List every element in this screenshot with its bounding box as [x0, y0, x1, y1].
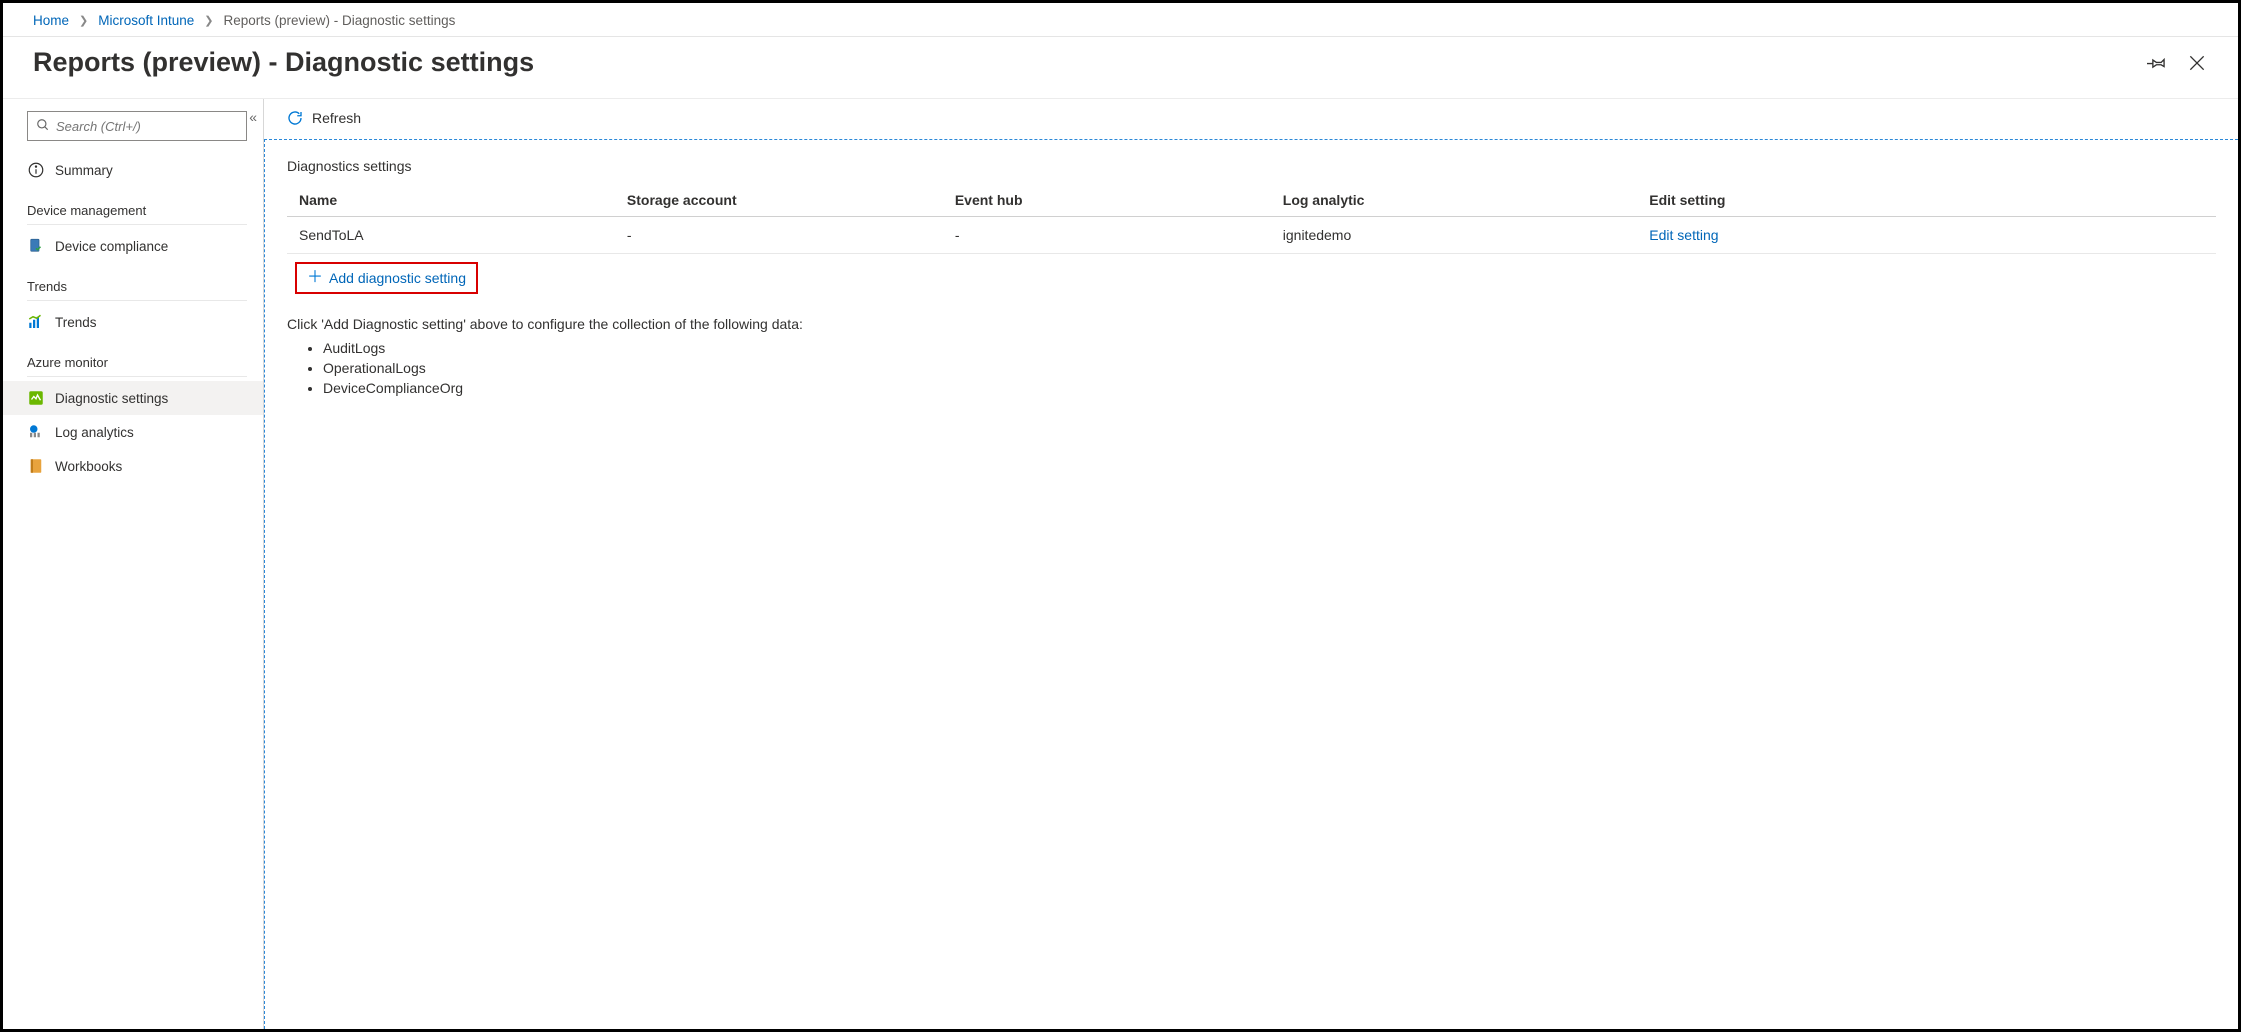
- close-icon[interactable]: [2186, 52, 2208, 74]
- sidebar-item-summary[interactable]: Summary: [3, 153, 263, 187]
- search-icon: [36, 118, 50, 135]
- plus-icon: ＋: [307, 270, 323, 286]
- sidebar-group-device: Device management: [27, 187, 247, 225]
- search-input-wrapper[interactable]: [27, 111, 247, 141]
- sidebar-item-workbooks[interactable]: Workbooks: [3, 449, 263, 483]
- diag-table: Name Storage account Event hub Log analy…: [287, 184, 2216, 254]
- breadcrumb: Home ❯ Microsoft Intune ❯ Reports (previ…: [3, 3, 2238, 37]
- log-analytics-icon: [27, 423, 45, 441]
- refresh-label: Refresh: [312, 110, 361, 126]
- add-diagnostic-setting-button[interactable]: ＋ Add diagnostic setting: [295, 262, 478, 294]
- sidebar-item-trends[interactable]: Trends: [3, 305, 263, 339]
- cell-name: SendToLA: [287, 217, 615, 254]
- diag-section-title: Diagnostics settings: [287, 158, 2216, 174]
- sidebar-item-label: Log analytics: [55, 425, 134, 440]
- chevron-right-icon: ❯: [79, 14, 88, 27]
- info-icon: [27, 161, 45, 179]
- col-eventhub: Event hub: [943, 184, 1271, 217]
- col-log: Log analytic: [1271, 184, 1638, 217]
- trends-icon: [27, 313, 45, 331]
- diagnostic-icon: [27, 389, 45, 407]
- info-item: DeviceComplianceOrg: [323, 378, 2216, 398]
- refresh-button[interactable]: Refresh: [286, 109, 361, 127]
- collapse-sidebar-icon[interactable]: «: [249, 109, 257, 125]
- sidebar-item-label: Workbooks: [55, 459, 122, 474]
- sidebar-group-trends: Trends: [27, 263, 247, 301]
- page-title: Reports (preview) - Diagnostic settings: [33, 47, 534, 78]
- info-item: AuditLogs: [323, 338, 2216, 358]
- sidebar-item-log-analytics[interactable]: Log analytics: [3, 415, 263, 449]
- add-diagnostic-label: Add diagnostic setting: [329, 270, 466, 286]
- pin-icon[interactable]: [2146, 52, 2168, 74]
- sidebar-item-label: Diagnostic settings: [55, 391, 168, 406]
- workbooks-icon: [27, 457, 45, 475]
- info-text: Click 'Add Diagnostic setting' above to …: [287, 316, 2216, 332]
- cell-log: ignitedemo: [1271, 217, 1638, 254]
- table-row: SendToLA - - ignitedemo Edit setting: [287, 217, 2216, 254]
- content-pane: Refresh Diagnostics settings Name Storag…: [263, 99, 2238, 1029]
- col-storage: Storage account: [615, 184, 943, 217]
- sidebar-item-device-compliance[interactable]: Device compliance: [3, 229, 263, 263]
- edit-setting-link[interactable]: Edit setting: [1649, 227, 1718, 243]
- cell-eventhub: -: [943, 217, 1271, 254]
- sidebar-group-monitor: Azure monitor: [27, 339, 247, 377]
- sidebar-item-label: Device compliance: [55, 239, 168, 254]
- cell-storage: -: [615, 217, 943, 254]
- page-header: Reports (preview) - Diagnostic settings: [3, 37, 2238, 99]
- col-edit: Edit setting: [1637, 184, 2216, 217]
- breadcrumb-home[interactable]: Home: [33, 13, 69, 28]
- col-name: Name: [287, 184, 615, 217]
- search-input[interactable]: [56, 119, 238, 134]
- chevron-right-icon: ❯: [204, 14, 213, 27]
- breadcrumb-intune[interactable]: Microsoft Intune: [98, 13, 194, 28]
- sidebar: « Summary Device management Device compl…: [3, 99, 263, 1029]
- sidebar-item-diagnostic-settings[interactable]: Diagnostic settings: [3, 381, 263, 415]
- sidebar-item-label: Summary: [55, 163, 113, 178]
- toolbar: Refresh: [264, 99, 2238, 139]
- sidebar-item-label: Trends: [55, 315, 97, 330]
- info-item: OperationalLogs: [323, 358, 2216, 378]
- info-block: Click 'Add Diagnostic setting' above to …: [287, 316, 2216, 398]
- breadcrumb-current: Reports (preview) - Diagnostic settings: [224, 13, 456, 28]
- device-compliance-icon: [27, 237, 45, 255]
